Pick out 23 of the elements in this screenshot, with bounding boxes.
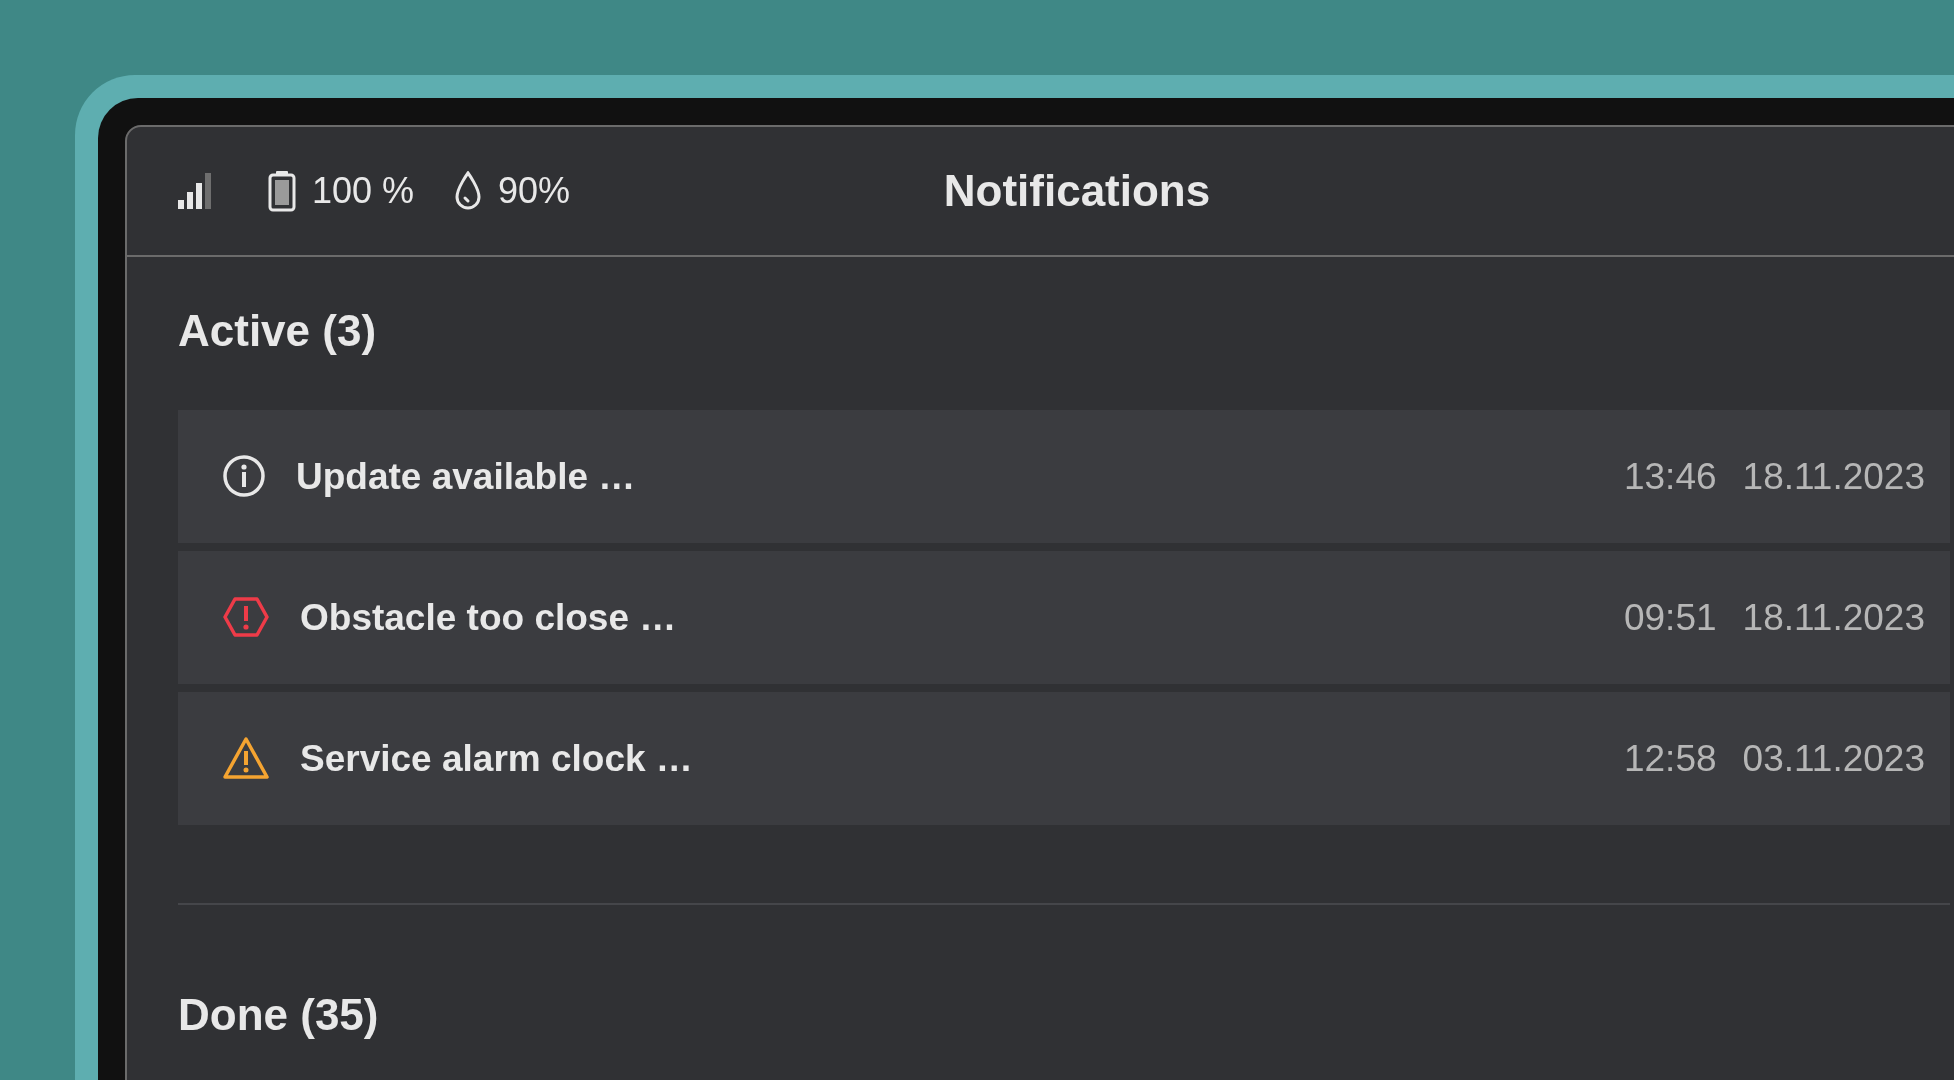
notification-time: 13:46 — [1623, 454, 1717, 499]
notification-row[interactable]: Update available … 13:46 18.11.2023 — [178, 409, 1950, 543]
screen-title: Notifications — [943, 165, 1211, 217]
notification-message: Obstacle too close … — [300, 595, 677, 640]
notification-time: 09:51 — [1623, 595, 1717, 640]
battery-icon — [268, 170, 296, 212]
notification-time: 12:58 — [1623, 736, 1717, 781]
droplet-icon — [454, 171, 483, 211]
section-heading: Done (35) — [178, 988, 380, 1041]
warning-icon — [222, 736, 270, 781]
notification-date: 18.11.2023 — [1742, 454, 1925, 499]
error-icon — [222, 596, 270, 639]
section-heading: Active (3) — [178, 305, 378, 357]
notification-date: 03.11.2023 — [1742, 736, 1925, 781]
signal-icon — [178, 173, 212, 209]
notification-row[interactable]: Obstacle too close … 09:51 18.11.2023 — [178, 550, 1950, 684]
notification-row[interactable]: Service alarm clock … 12:58 03.11.2023 — [178, 691, 1950, 825]
notification-date: 18.11.2023 — [1742, 595, 1925, 640]
battery-level: 100 % — [312, 169, 415, 213]
notification-message: Update available … — [296, 454, 636, 499]
info-icon — [222, 454, 266, 499]
humidity-level: 90% — [498, 169, 571, 213]
notification-message: Service alarm clock … — [300, 736, 693, 781]
